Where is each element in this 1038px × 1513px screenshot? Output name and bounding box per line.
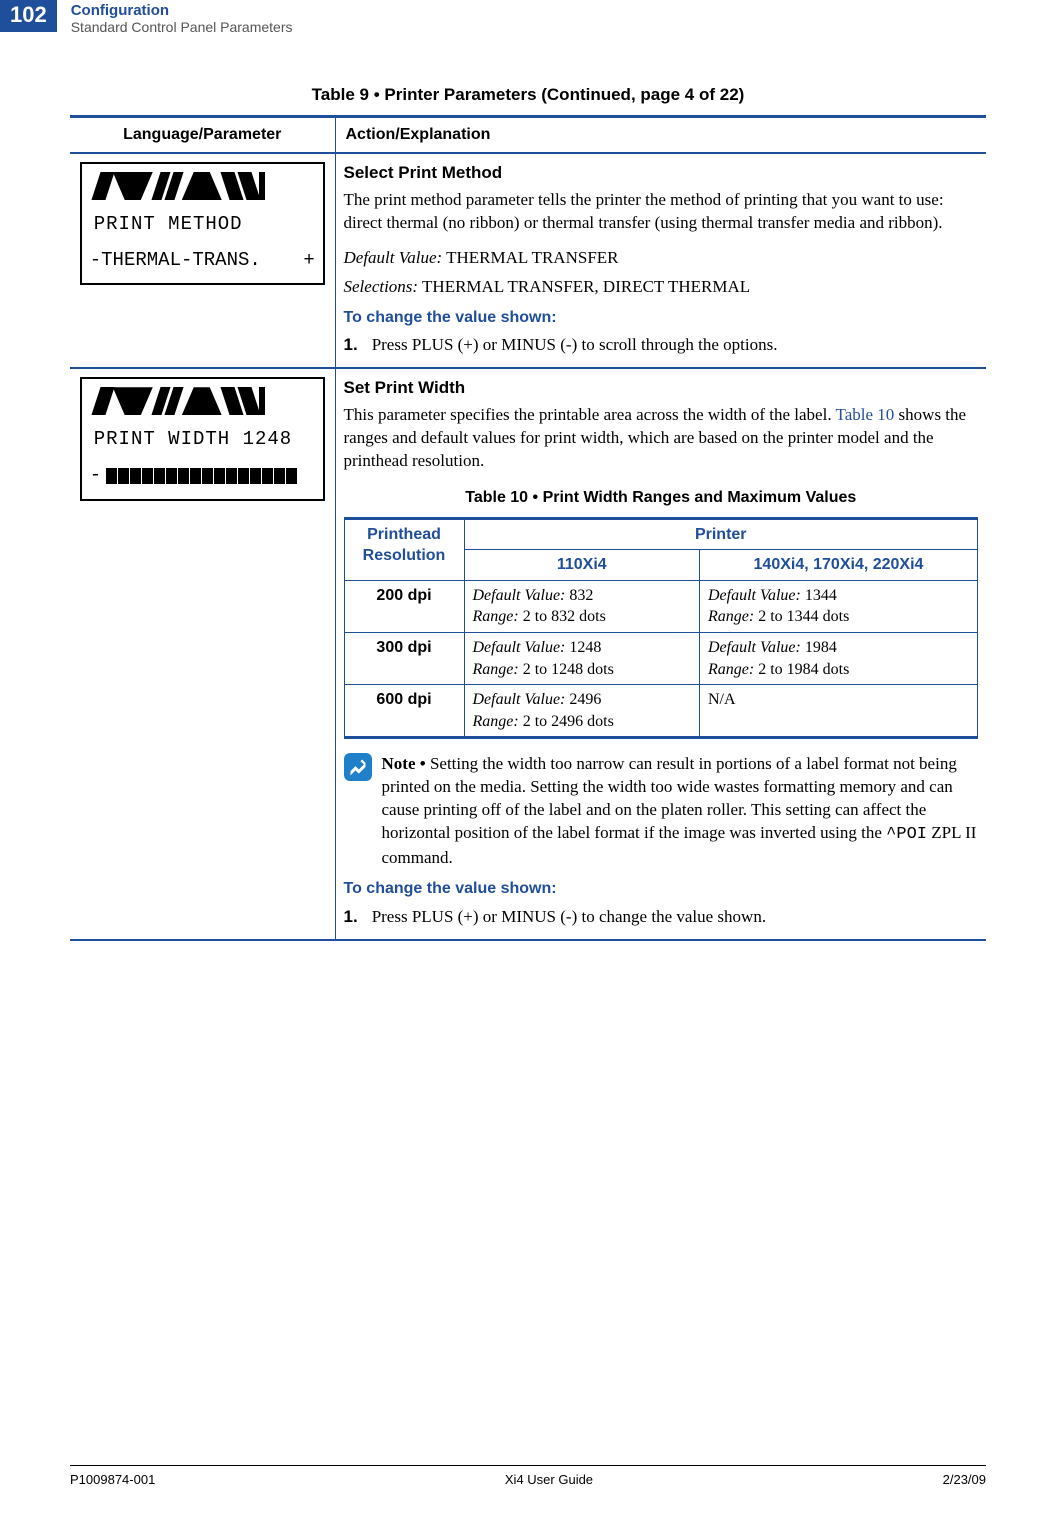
print-width-ranges-table: Printhead Resolution Printer 110Xi4 140X… (344, 517, 979, 740)
zebra-logo-icon (90, 172, 315, 200)
step-text: Press PLUS (+) or MINUS (-) to scroll th… (372, 334, 778, 357)
step-number: 1. (344, 906, 358, 929)
page-footer: P1009874-001 Xi4 User Guide 2/23/09 (70, 1465, 986, 1487)
footer-title: Xi4 User Guide (505, 1472, 593, 1487)
page-number: 102 (0, 0, 57, 32)
lcd-print-width: PRINT WIDTH 1248 - (80, 377, 325, 500)
sub-col-110xi4: 110Xi4 (464, 550, 699, 581)
list-item: 1. Press PLUS (+) or MINUS (-) to change… (344, 906, 979, 929)
step-text: Press PLUS (+) or MINUS (-) to change th… (372, 906, 766, 929)
lcd-line1: PRINT WIDTH 1248 (94, 427, 315, 453)
lcd-progress-blocks (106, 468, 297, 484)
sub-table-caption: Table 10 • Print Width Ranges and Maximu… (344, 487, 979, 509)
sub-col-printer: Printer (464, 518, 978, 550)
selections-value: THERMAL TRANSFER, DIRECT THERMAL (418, 277, 750, 296)
lcd-line2: -THERMAL-TRANS. (90, 248, 261, 274)
footer-date: 2/23/09 (943, 1472, 986, 1487)
selections-label: Selections: (344, 277, 419, 296)
table-row: 200 dpi Default Value: 832 Range: 2 to 8… (344, 580, 978, 632)
default-value-label: Default Value: (344, 248, 443, 267)
step-number: 1. (344, 334, 358, 357)
sub-col-resolution: Printhead Resolution (344, 518, 464, 580)
zebra-logo-icon (90, 387, 315, 415)
note-block: Note • Setting the width too narrow can … (344, 753, 979, 870)
lcd-dash: - (90, 463, 102, 489)
change-value-heading: To change the value shown: (344, 878, 979, 900)
col-language-parameter: Language/Parameter (70, 117, 335, 154)
note-icon (344, 753, 372, 781)
footer-doc-number: P1009874-001 (70, 1472, 155, 1487)
lcd-print-method: PRINT METHOD -THERMAL-TRANS. + (80, 162, 325, 285)
table-row: PRINT WIDTH 1248 - Set Print Width This … (70, 368, 986, 939)
table-row: 600 dpi Default Value: 2496 Range: 2 to … (344, 685, 978, 738)
lcd-line1: PRINT METHOD (94, 212, 315, 238)
table-caption: Table 9 • Printer Parameters (Continued,… (70, 85, 986, 105)
note-text: Note • Setting the width too narrow can … (382, 753, 979, 870)
default-value: THERMAL TRANSFER (442, 248, 618, 267)
change-value-heading: To change the value shown: (344, 307, 979, 329)
param-title: Select Print Method (344, 162, 979, 185)
printer-parameters-table: Language/Parameter Action/Explanation (70, 115, 986, 941)
param-description: The print method parameter tells the pri… (344, 189, 979, 235)
col-action-explanation: Action/Explanation (335, 117, 986, 154)
list-item: 1. Press PLUS (+) or MINUS (-) to scroll… (344, 334, 979, 357)
table-row: PRINT METHOD -THERMAL-TRANS. + Select Pr… (70, 153, 986, 368)
lcd-plus-indicator: + (303, 248, 314, 274)
param-title: Set Print Width (344, 377, 979, 400)
page-header: 102 Configuration Standard Control Panel… (70, 0, 986, 35)
sub-col-others: 140Xi4, 170Xi4, 220Xi4 (699, 550, 977, 581)
table-10-link[interactable]: Table 10 (836, 405, 895, 424)
param-description: This parameter specifies the printable a… (344, 404, 979, 473)
table-row: 300 dpi Default Value: 1248 Range: 2 to … (344, 632, 978, 684)
header-subsection: Standard Control Panel Parameters (71, 19, 293, 35)
header-section: Configuration (71, 2, 293, 19)
